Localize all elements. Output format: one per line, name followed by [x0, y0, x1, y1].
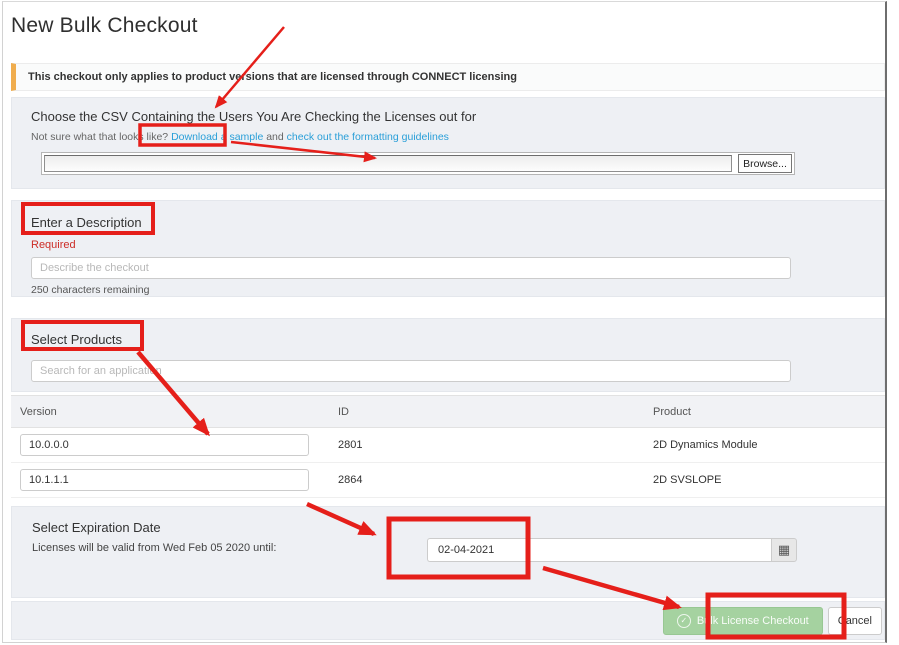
column-header-version: Version	[20, 405, 57, 418]
file-path-field[interactable]	[44, 155, 732, 172]
expiration-date-input[interactable]	[427, 538, 771, 562]
product-cell-row1: 2D Dynamics Module	[653, 439, 758, 451]
products-section-heading: Select Products	[31, 332, 123, 347]
formatting-guidelines-link[interactable]: check out the formatting guidelines	[287, 131, 449, 143]
info-banner-text: This checkout only applies to product ve…	[28, 71, 517, 83]
id-cell-row1: 2801	[338, 439, 363, 451]
expiration-date-section: Select Expiration Date Licenses will be …	[11, 506, 885, 598]
cancel-button[interactable]: Cancel	[827, 606, 882, 635]
bulk-license-checkout-button[interactable]: ✓ Bulk License Checkout	[662, 606, 823, 635]
version-input-row2[interactable]	[20, 469, 309, 491]
csv-hint-middle: and	[266, 131, 284, 143]
page-frame: New Bulk Checkout This checkout only app…	[2, 1, 887, 643]
csv-hint-prefix: Not sure what that looks like?	[31, 131, 169, 143]
csv-upload-section: Choose the CSV Containing the Users You …	[11, 97, 885, 189]
required-label: Required	[31, 239, 76, 251]
check-glyph: ✓	[680, 615, 688, 625]
csv-section-heading: Choose the CSV Containing the Users You …	[31, 109, 477, 124]
expiration-section-heading: Select Expiration Date	[32, 520, 161, 535]
product-cell-row2: 2D SVSLOPE	[653, 474, 722, 486]
bulk-license-checkout-label: Bulk License Checkout	[696, 614, 809, 627]
characters-remaining-label: 250 characters remaining	[31, 284, 150, 296]
product-search-input[interactable]	[31, 360, 791, 382]
calendar-button[interactable]: ▦	[771, 538, 797, 562]
file-upload-control[interactable]: Browse...	[41, 152, 795, 175]
description-input[interactable]	[31, 257, 791, 279]
products-table: Version ID Product 2801 2D Dynamics Modu…	[11, 395, 885, 498]
csv-hint-line: Not sure what that looks like? Download …	[31, 131, 865, 143]
description-section-heading: Enter a Description	[31, 215, 142, 230]
browse-button[interactable]: Browse...	[738, 154, 792, 173]
expiration-date-group: ▦	[427, 538, 797, 562]
calendar-icon: ▦	[777, 542, 791, 558]
form-footer: ✓ Bulk License Checkout Cancel	[11, 601, 885, 640]
products-table-header: Version ID Product	[11, 395, 885, 428]
download-sample-link[interactable]: Download a sample	[171, 131, 263, 143]
description-section: Enter a Description Required 250 charact…	[11, 200, 885, 297]
version-input-row1[interactable]	[20, 434, 309, 456]
column-header-product: Product	[653, 405, 691, 418]
info-banner: This checkout only applies to product ve…	[11, 63, 885, 91]
page-title: New Bulk Checkout	[11, 14, 198, 37]
check-circle-icon: ✓	[676, 613, 691, 628]
table-row: 2801 2D Dynamics Module	[11, 428, 885, 463]
table-row: 2864 2D SVSLOPE	[11, 463, 885, 498]
id-cell-row2: 2864	[338, 474, 363, 486]
column-header-id: ID	[338, 405, 349, 418]
select-products-section: Select Products	[11, 318, 885, 392]
